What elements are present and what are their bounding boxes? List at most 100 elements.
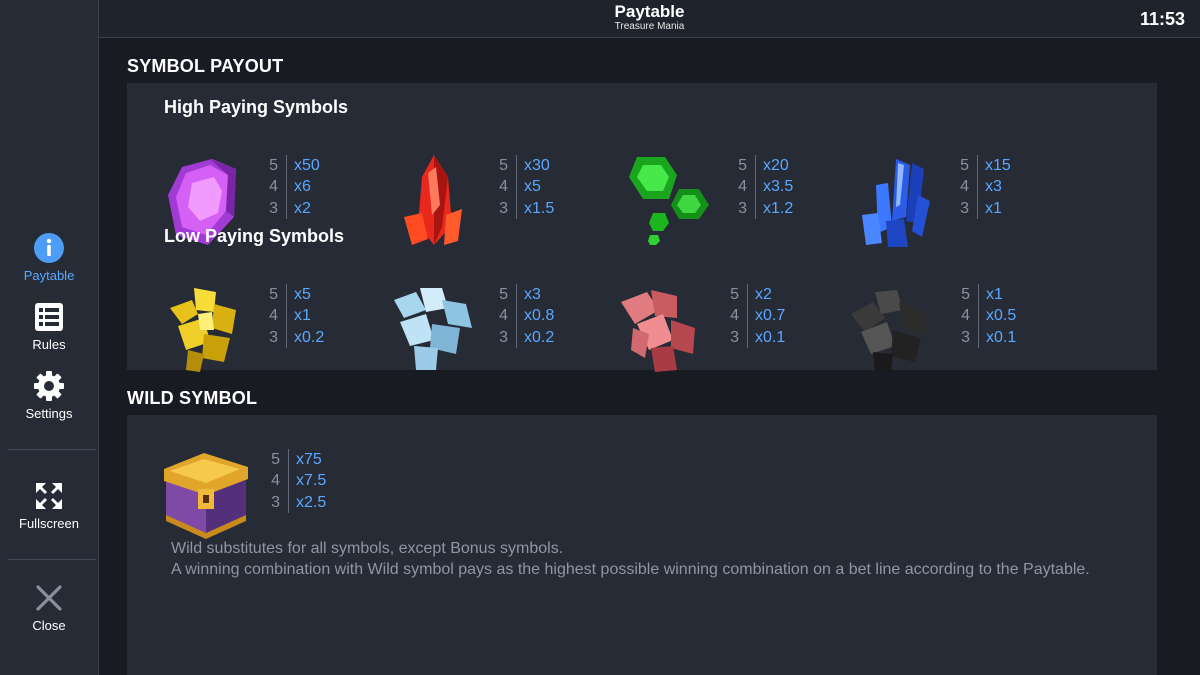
symbol-green-gems: 5 x20 4 x3.5 3 x1.2 bbox=[623, 155, 843, 255]
gear-icon bbox=[34, 371, 64, 401]
pay-multiplier: x5 bbox=[294, 286, 311, 303]
pay-multiplier: x30 bbox=[524, 157, 550, 174]
sidebar: Paytable Rules Settings Fullscreen Close bbox=[0, 0, 99, 675]
symbol-blue-crystals: 5 x15 4 x3 3 x1 bbox=[852, 155, 1072, 255]
pay-multiplier: x15 bbox=[985, 157, 1011, 174]
pay-count: 5 bbox=[264, 155, 287, 177]
symbol-coal: 5 x1 4 x0.5 3 x0.1 bbox=[845, 284, 1065, 384]
close-label: Close bbox=[32, 618, 66, 633]
pay-count: 5 bbox=[264, 284, 287, 306]
pay-multiplier: x1.5 bbox=[524, 199, 555, 217]
wild-description-line: Wild substitutes for all symbols, except… bbox=[171, 540, 564, 557]
pay-multiplier: x0.1 bbox=[986, 328, 1017, 346]
pay-count: 4 bbox=[725, 305, 748, 327]
coal-icon bbox=[851, 290, 927, 372]
paytable-label: Paytable bbox=[23, 268, 75, 283]
settings-button[interactable]: Settings bbox=[0, 370, 98, 421]
wild-symbol-title: WILD SYMBOL bbox=[127, 388, 258, 408]
pay-multiplier: x3 bbox=[524, 286, 541, 303]
red-rock-icon bbox=[621, 290, 695, 372]
pay-count: 4 bbox=[264, 176, 287, 198]
pay-multiplier: x2 bbox=[755, 286, 772, 303]
pay-count: 5 bbox=[494, 284, 517, 306]
symbol-ice-cubes: 5 x3 4 x0.8 3 x0.2 bbox=[386, 284, 606, 384]
pay-count: 5 bbox=[956, 284, 979, 306]
pay-count: 5 bbox=[494, 155, 517, 177]
pay-count: 4 bbox=[956, 305, 979, 327]
pay-multiplier: x0.2 bbox=[294, 328, 325, 346]
gold-nugget-icon bbox=[170, 288, 236, 372]
pay-count: 5 bbox=[725, 284, 748, 306]
pay-multiplier: x0.1 bbox=[755, 328, 786, 346]
sidebar-divider bbox=[8, 449, 96, 450]
pay-count: 4 bbox=[955, 176, 978, 198]
pay-count: 3 bbox=[955, 197, 978, 219]
fullscreen-label: Fullscreen bbox=[19, 516, 79, 531]
blue-crystals-icon bbox=[862, 159, 930, 247]
pay-count: 3 bbox=[264, 326, 287, 348]
pay-count: 3 bbox=[494, 197, 517, 219]
wild-symbol-panel: 5 x75 4 x7.5 3 x2.5 Wild substitutes for al… bbox=[127, 415, 1157, 675]
rules-button[interactable]: Rules bbox=[0, 301, 98, 352]
pay-multiplier: x5 bbox=[524, 178, 541, 196]
pay-count: 3 bbox=[494, 326, 517, 348]
pay-multiplier: x50 bbox=[294, 157, 320, 174]
wild-description-line: A winning combination with Wild symbol p… bbox=[171, 561, 1090, 578]
pay-count: 4 bbox=[266, 470, 289, 492]
pay-multiplier: x6 bbox=[294, 178, 311, 196]
pay-count: 5 bbox=[955, 155, 978, 177]
low-paying-title: Low Paying Symbols bbox=[164, 226, 345, 246]
pay-count: 5 bbox=[266, 449, 289, 471]
pay-count: 4 bbox=[494, 176, 517, 198]
fullscreen-icon bbox=[36, 483, 62, 509]
paytable-content[interactable]: SYMBOL PAYOUT High Paying Symbols 5 x50 4… bbox=[99, 38, 1200, 675]
pay-multiplier: x0.8 bbox=[524, 307, 555, 325]
wild-description: Wild substitutes for all symbols, except… bbox=[171, 538, 1111, 580]
treasure-chest-icon bbox=[164, 453, 248, 539]
close-icon bbox=[36, 585, 62, 611]
pay-multiplier: x0.2 bbox=[524, 328, 555, 346]
pay-count: 4 bbox=[494, 305, 517, 327]
pay-count: 5 bbox=[733, 155, 756, 177]
pay-count: 3 bbox=[266, 491, 289, 513]
rules-label: Rules bbox=[32, 337, 66, 352]
symbol-payout-panel: High Paying Symbols 5 x50 4 x6 3 x2 5 x3… bbox=[127, 83, 1157, 372]
pay-multiplier: x20 bbox=[763, 157, 789, 174]
pay-count: 3 bbox=[264, 197, 287, 219]
ice-cubes-icon bbox=[394, 288, 472, 370]
pay-multiplier: x7.5 bbox=[296, 472, 327, 490]
red-crystal-icon bbox=[404, 155, 462, 245]
symbol-wild-chest: 5 x75 4 x7.5 3 x2.5 bbox=[160, 449, 420, 549]
fullscreen-button[interactable]: Fullscreen bbox=[0, 480, 98, 531]
pay-count: 3 bbox=[725, 326, 748, 348]
paytable-button[interactable]: Paytable bbox=[0, 232, 98, 283]
pay-multiplier: x1.2 bbox=[763, 199, 794, 217]
info-icon bbox=[34, 233, 64, 263]
symbol-red-crystal: 5 x30 4 x5 3 x1.5 bbox=[394, 155, 614, 255]
pay-count: 4 bbox=[733, 176, 756, 198]
list-icon bbox=[35, 303, 63, 331]
pay-count: 3 bbox=[956, 326, 979, 348]
pay-multiplier: x0.7 bbox=[755, 307, 786, 325]
close-button[interactable]: Close bbox=[0, 582, 98, 633]
pay-multiplier: x1 bbox=[985, 199, 1002, 217]
high-paying-title: High Paying Symbols bbox=[164, 97, 349, 117]
pay-count: 4 bbox=[264, 305, 287, 327]
green-gems-icon bbox=[629, 157, 709, 245]
pay-multiplier: x2.5 bbox=[296, 493, 327, 511]
settings-label: Settings bbox=[25, 406, 73, 421]
pay-multiplier: x75 bbox=[296, 451, 322, 468]
pay-multiplier: x3.5 bbox=[763, 178, 794, 196]
pay-multiplier: x0.5 bbox=[986, 307, 1017, 325]
symbol-gold-nugget: 5 x5 4 x1 3 x0.2 bbox=[164, 284, 384, 384]
pay-multiplier: x3 bbox=[985, 178, 1002, 196]
pay-multiplier: x1 bbox=[294, 307, 311, 325]
header-bar: Paytable Treasure Mania 11:53 bbox=[99, 0, 1200, 38]
game-name: Treasure Mania bbox=[614, 21, 685, 32]
symbol-payout-title: SYMBOL PAYOUT bbox=[127, 56, 284, 76]
sidebar-divider bbox=[8, 559, 96, 560]
page-title: Paytable bbox=[614, 2, 685, 21]
clock: 11:53 bbox=[1139, 9, 1185, 29]
symbol-red-rock: 5 x2 4 x0.7 3 x0.1 bbox=[615, 284, 835, 384]
pay-multiplier: x2 bbox=[294, 199, 311, 217]
